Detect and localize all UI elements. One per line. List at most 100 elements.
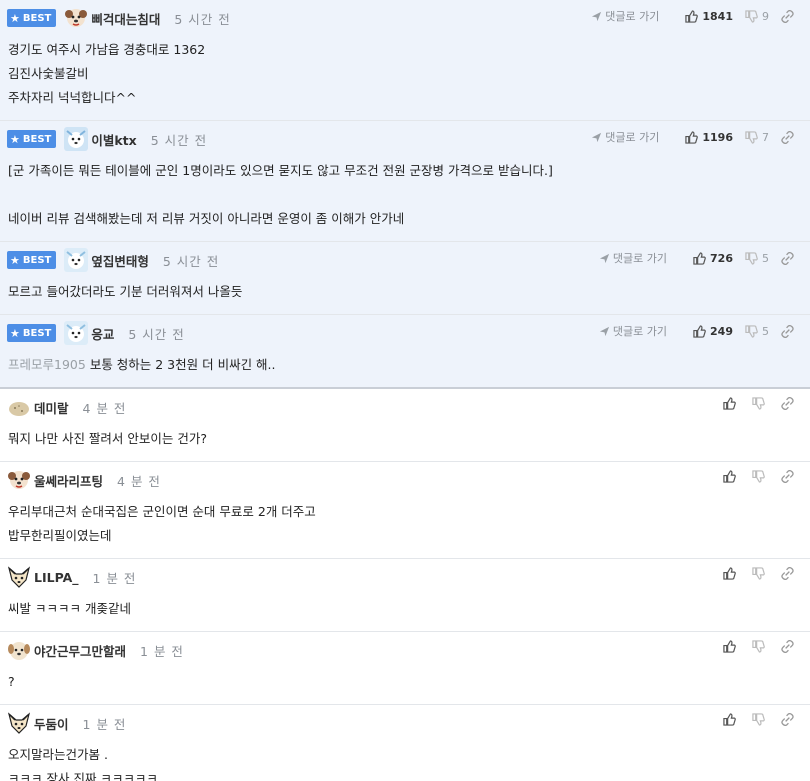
like-button[interactable]: 1196 xyxy=(685,131,733,144)
best-badge: ★ BEST xyxy=(7,324,57,342)
dislike-button[interactable]: 9 xyxy=(745,10,769,23)
comment-body: 뭐지 나만 사진 짤려서 안보이는 건가? xyxy=(8,431,208,446)
link-icon xyxy=(781,9,794,23)
like-button[interactable]: 249 xyxy=(693,325,733,338)
thumbs-down-icon xyxy=(745,9,758,23)
like-button[interactable] xyxy=(723,640,740,653)
dislike-count: 5 xyxy=(762,324,769,338)
thumbs-up-icon xyxy=(723,640,736,653)
nickname[interactable]: 삐걱대는침대 xyxy=(91,9,160,28)
share-button[interactable] xyxy=(781,640,798,653)
share-button[interactable] xyxy=(781,567,798,580)
dog-face-icon[interactable] xyxy=(64,321,89,345)
comment-actions xyxy=(711,567,798,580)
share-button[interactable] xyxy=(781,130,798,144)
like-button[interactable] xyxy=(723,713,740,726)
nickname[interactable]: 응교 xyxy=(91,324,114,343)
share-button[interactable] xyxy=(781,397,798,410)
share-button[interactable] xyxy=(781,324,798,338)
reply-arrow-icon xyxy=(592,11,602,21)
comment-body: 경기도 여주시 가남읍 경충대로 1362 김진사숯불갈비 주차자리 넉넉합니다… xyxy=(8,42,206,105)
comment-list: ★ BEST 삐걱대는침대 5 시간 전 댓글로 가기 1841 9 경기도 여주… xyxy=(0,0,810,781)
best-comment: ★ BEST 삐걱대는침대 5 시간 전 댓글로 가기 1841 9 경기도 여주… xyxy=(0,0,810,121)
timestamp: 5 시간 전 xyxy=(174,11,231,27)
share-button[interactable] xyxy=(781,9,798,23)
share-button[interactable] xyxy=(781,713,798,726)
thumbs-down-icon xyxy=(752,470,765,483)
dog-face-icon[interactable] xyxy=(7,638,31,662)
like-button[interactable]: 1841 xyxy=(685,10,733,23)
star-icon: ★ xyxy=(10,11,20,25)
comment-body: 모르고 들어갔더라도 기분 더러워져서 나올듯 xyxy=(8,284,243,299)
star-icon: ★ xyxy=(10,132,20,146)
link-icon xyxy=(781,251,794,265)
comment: 데미랄 4 분 전 뭐지 나만 사진 짤려서 안보이는 건가? xyxy=(0,389,810,462)
thumbs-up-icon xyxy=(685,130,699,144)
share-button[interactable] xyxy=(781,251,798,265)
nickname[interactable]: 두둠이 xyxy=(34,714,69,733)
comment-body: 오지말라는건가봄 . ㅋㅋㅋ 장사 진짜 ㅋㅋㅋㅋㅋ xyxy=(8,747,158,781)
nickname[interactable]: 야간근무그만할래 xyxy=(34,641,126,660)
best-comment: ★ BEST 옆집변태형 5 시간 전 댓글로 가기 726 5 모르고 들어갔더… xyxy=(0,242,810,315)
best-comment: ★ BEST 응교 5 시간 전 댓글로 가기 249 5 프레모루1905 보통 … xyxy=(0,315,810,389)
reply-link[interactable]: 댓글로 가기 xyxy=(599,250,667,266)
comment-actions xyxy=(711,397,798,410)
comment-body: [군 가족이든 뭐든 테이블에 군인 1명이라도 있으면 묻지도 않고 무조건 … xyxy=(8,163,553,226)
comment: 두둠이 1 분 전 오지말라는건가봄 . ㅋㅋㅋ 장사 진짜 ㅋㅋㅋㅋㅋ xyxy=(0,705,810,781)
reply-link[interactable]: 댓글로 가기 xyxy=(591,129,659,145)
dog-face-icon[interactable] xyxy=(7,468,31,492)
comment-body: 프레모루1905 보통 청하는 2 3천원 더 비싸긴 해.. xyxy=(8,357,276,372)
like-button[interactable]: 726 xyxy=(693,252,733,265)
reply-arrow-icon xyxy=(599,253,610,263)
like-button[interactable] xyxy=(723,567,740,580)
link-icon xyxy=(781,130,794,144)
like-button[interactable] xyxy=(723,470,740,483)
best-badge: ★ BEST xyxy=(7,130,57,148)
dog-face-icon[interactable] xyxy=(64,6,88,30)
potato-icon[interactable] xyxy=(7,395,31,419)
comment-actions xyxy=(711,640,798,653)
dislike-button[interactable] xyxy=(752,470,769,483)
link-icon xyxy=(781,470,794,483)
reply-arrow-icon xyxy=(592,132,602,142)
nickname[interactable]: 옆집변태형 xyxy=(91,251,149,270)
fox-face-icon[interactable] xyxy=(7,565,31,589)
reply-link[interactable]: 댓글로 가기 xyxy=(599,323,667,339)
thumbs-up-icon xyxy=(693,324,706,338)
dislike-button[interactable] xyxy=(752,397,769,410)
comment-body: 우리부대근처 순대국집은 군인이면 순대 무료로 2개 더주고 밥무한리필이였는… xyxy=(8,504,316,543)
comment-header: 야간근무그만할래 1 분 전 xyxy=(7,638,802,662)
like-count: 726 xyxy=(710,251,733,265)
thumbs-up-icon xyxy=(693,251,706,265)
fox-face-icon[interactable] xyxy=(7,711,31,735)
dislike-button[interactable] xyxy=(752,713,769,726)
best-badge: ★ BEST xyxy=(7,9,57,27)
comment-header: 데미랄 4 분 전 xyxy=(7,395,802,419)
nickname[interactable]: 울쎄라리프팅 xyxy=(34,471,103,490)
nickname[interactable]: 이별ktx xyxy=(91,130,136,149)
dislike-button[interactable]: 5 xyxy=(745,252,769,265)
nickname[interactable]: LILPA_ xyxy=(34,570,79,585)
like-button[interactable] xyxy=(723,397,740,410)
dislike-button[interactable]: 5 xyxy=(745,325,769,338)
dog-face-icon[interactable] xyxy=(64,127,89,151)
timestamp: 1 분 전 xyxy=(92,570,137,586)
like-count: 1196 xyxy=(702,130,733,144)
comment-actions xyxy=(711,470,798,483)
nickname[interactable]: 데미랄 xyxy=(34,398,69,417)
share-button[interactable] xyxy=(781,470,798,483)
link-icon xyxy=(781,713,794,726)
dislike-button[interactable] xyxy=(752,640,769,653)
dislike-button[interactable]: 7 xyxy=(745,131,769,144)
dislike-count: 5 xyxy=(762,251,769,265)
dog-face-icon[interactable] xyxy=(64,248,89,272)
reply-target-nick[interactable]: 프레모루1905 xyxy=(8,357,86,372)
reply-link[interactable]: 댓글로 가기 xyxy=(591,8,659,24)
timestamp: 4 분 전 xyxy=(82,400,127,416)
thumbs-up-icon xyxy=(685,9,699,23)
link-icon xyxy=(781,567,794,580)
thumbs-down-icon xyxy=(752,713,765,726)
thumbs-down-icon xyxy=(745,251,758,265)
dislike-button[interactable] xyxy=(752,567,769,580)
timestamp: 5 시간 전 xyxy=(162,253,220,269)
